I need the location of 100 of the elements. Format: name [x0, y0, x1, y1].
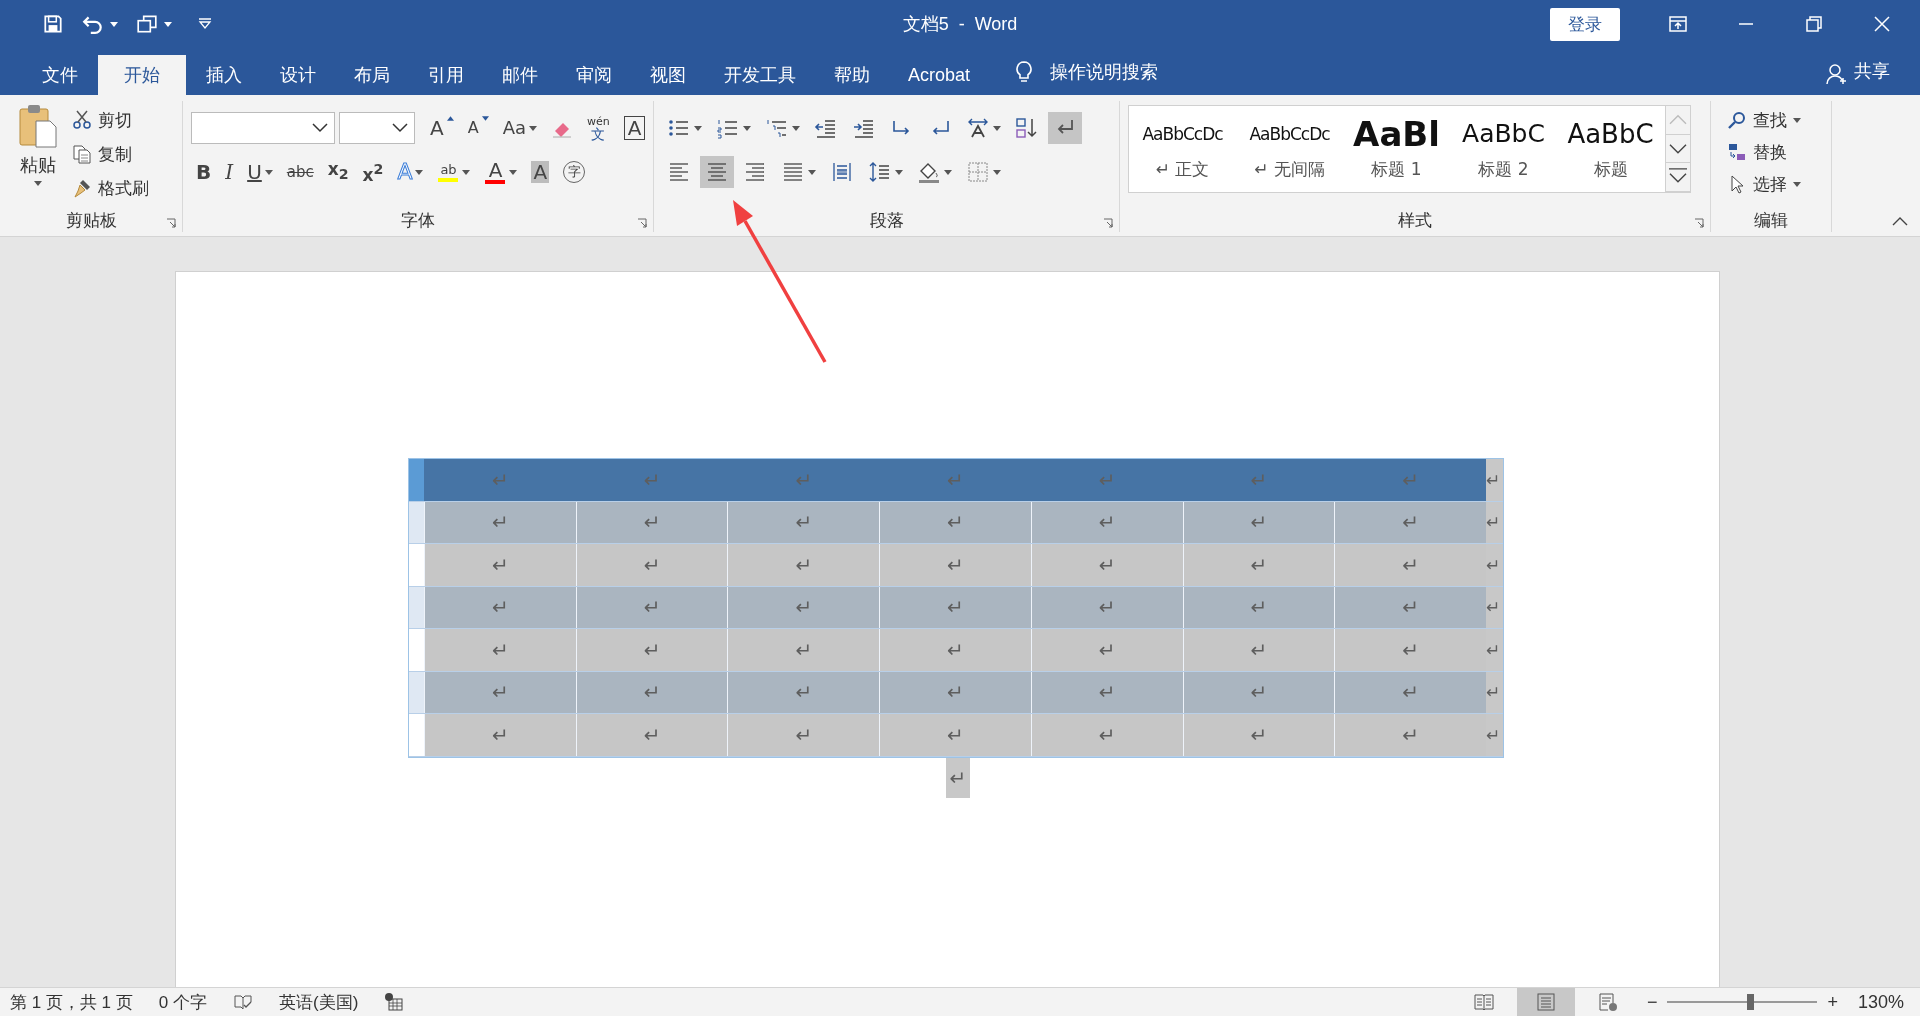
table-cell[interactable]: ↵: [424, 544, 576, 586]
table-cell[interactable]: ↵: [1030, 544, 1183, 586]
cut-button[interactable]: 剪切: [68, 105, 153, 135]
table-cell[interactable]: ↵: [727, 586, 880, 628]
table-cell[interactable]: ↵: [879, 714, 1031, 756]
table-cell[interactable]: ↵: [1182, 501, 1335, 543]
caret-icon[interactable]: [164, 21, 172, 27]
table-cell[interactable]: ↵: [879, 629, 1031, 671]
chevron-icon[interactable]: [392, 123, 408, 133]
format-painter-button[interactable]: 格式刷: [68, 173, 153, 203]
style-item[interactable]: AaBl 标题 1: [1343, 106, 1450, 192]
ribbon-tab[interactable]: 设计: [262, 55, 334, 95]
table-cell[interactable]: ↵: [727, 544, 880, 586]
proofing-icon[interactable]: [233, 992, 253, 1012]
ribbon-tab[interactable]: 文件: [24, 55, 96, 95]
table-cell[interactable]: ↵: [1182, 714, 1335, 756]
table-cell[interactable]: ↵: [575, 629, 728, 671]
collapse-ribbon-icon[interactable]: [1892, 216, 1908, 226]
table-cell[interactable]: ↵: [575, 671, 728, 713]
table-cell[interactable]: ↵: [1182, 629, 1335, 671]
ribbon-tab[interactable]: 开发工具: [706, 55, 814, 95]
marks-button[interactable]: [1048, 112, 1082, 144]
table-cell[interactable]: ↵: [575, 586, 728, 628]
table-cell[interactable]: ↵: [879, 544, 1031, 586]
table-cell[interactable]: ↵: [1182, 586, 1335, 628]
subscript-button[interactable]: x$_{2}$: [322, 156, 354, 188]
page-count[interactable]: 第 1 页，共 1 页: [10, 990, 133, 1014]
zoom-out-button[interactable]: −: [1646, 991, 1658, 1013]
table-cell[interactable]: ↵: [575, 544, 728, 586]
zoom-level[interactable]: 130%: [1857, 991, 1904, 1013]
ribbon-tab[interactable]: 视图: [632, 55, 704, 95]
table-cell[interactable]: ↵: [575, 714, 728, 756]
table-cell[interactable]: ↵: [424, 629, 576, 671]
person-add-icon[interactable]: [1826, 63, 1848, 85]
table-cell[interactable]: ↵: [424, 671, 576, 713]
table-cell[interactable]: ↵: [424, 501, 576, 543]
table-cell[interactable]: ↵: [727, 629, 880, 671]
table-cell[interactable]: ↵: [1334, 501, 1486, 543]
language-status[interactable]: 英语(美国): [279, 990, 359, 1014]
center-button[interactable]: [700, 156, 734, 188]
ribbon-tab[interactable]: 邮件: [484, 55, 556, 95]
font-size-field[interactable]: [339, 112, 415, 144]
dialog-launcher-icon[interactable]: [1694, 218, 1704, 228]
strikethrough-button[interactable]: abc: [281, 156, 319, 188]
login-button[interactable]: 登录: [1550, 7, 1620, 41]
close-icon[interactable]: [1872, 14, 1892, 34]
select-button[interactable]: 选择: [1723, 169, 1831, 199]
table-cell[interactable]: ↵: [1030, 501, 1183, 543]
font-color-button[interactable]: A: [479, 156, 523, 188]
table-cell[interactable]: ↵: [575, 501, 728, 543]
word-count[interactable]: 0 个字: [158, 990, 207, 1014]
touch-mode-icon[interactable]: [136, 13, 158, 35]
chevron-icon[interactable]: [312, 123, 328, 133]
table-cell[interactable]: ↵: [424, 586, 576, 628]
zoom-slider-thumb[interactable]: [1746, 994, 1754, 1010]
table-cell[interactable]: ↵: [1334, 544, 1486, 586]
ribbon-tab[interactable]: 插入: [188, 55, 260, 95]
bold-button[interactable]: B: [191, 156, 217, 188]
table-cell[interactable]: ↵: [1030, 586, 1183, 628]
superscript-button[interactable]: x$^{2}$: [357, 156, 389, 188]
table-cell[interactable]: ↵: [727, 671, 880, 713]
phonetic-guide-button[interactable]: wén 文: [582, 112, 615, 144]
table-cell[interactable]: ↵: [1334, 671, 1486, 713]
style-item[interactable]: AaBbC 标题 2: [1450, 106, 1557, 192]
ribbon-display-icon[interactable]: [1668, 14, 1688, 34]
underline-button[interactable]: U: [242, 156, 278, 188]
ribbon-tab[interactable]: 帮助: [816, 55, 888, 95]
table-cell[interactable]: ↵: [1030, 714, 1183, 756]
table-cell[interactable]: ↵: [879, 671, 1031, 713]
enclose-character-button[interactable]: 字: [558, 156, 591, 188]
ribbon-tab[interactable]: 布局: [336, 55, 408, 95]
replace-button[interactable]: 替换: [1723, 137, 1831, 167]
table-cell[interactable]: ↵: [1334, 714, 1486, 756]
ribbon-tab[interactable]: Acrobat: [890, 55, 989, 95]
table-cell[interactable]: ↵: [1030, 629, 1183, 671]
table-cell[interactable]: ↵: [727, 501, 880, 543]
table-cell[interactable]: ↵: [1334, 629, 1486, 671]
style-item[interactable]: AaBbCcDc ↵ 正文: [1129, 106, 1236, 192]
table-cell[interactable]: ↵: [424, 714, 576, 756]
paste-button[interactable]: 粘贴: [14, 101, 62, 208]
zoom-in-button[interactable]: +: [1827, 991, 1838, 1013]
customize-icon[interactable]: [198, 18, 212, 30]
share-button[interactable]: 共享: [1854, 59, 1890, 83]
font-name-field[interactable]: [191, 112, 335, 144]
table-cell[interactable]: ↵: [879, 501, 1031, 543]
ribbon-tab[interactable]: 开始: [98, 55, 186, 95]
lightbulb-icon[interactable]: [1014, 60, 1035, 84]
copy-button[interactable]: 复制: [68, 139, 153, 169]
dialog-launcher-icon[interactable]: [637, 218, 647, 228]
highlight-button[interactable]: ab: [432, 156, 476, 188]
table-cell[interactable]: ↵: [1030, 671, 1183, 713]
macro-icon[interactable]: [384, 992, 405, 1012]
change-case-button[interactable]: Aa: [497, 112, 542, 144]
table-cell[interactable]: ↵: [1182, 671, 1335, 713]
ribbon-tab[interactable]: 引用: [410, 55, 482, 95]
table-cell[interactable]: ↵: [879, 586, 1031, 628]
shrink-font-button[interactable]: A: [462, 112, 494, 144]
style-item[interactable]: AaBbCcDc ↵ 无间隔: [1236, 106, 1343, 192]
restore-icon[interactable]: [1804, 14, 1824, 34]
tell-me-search[interactable]: 操作说明搜索: [1050, 60, 1159, 84]
